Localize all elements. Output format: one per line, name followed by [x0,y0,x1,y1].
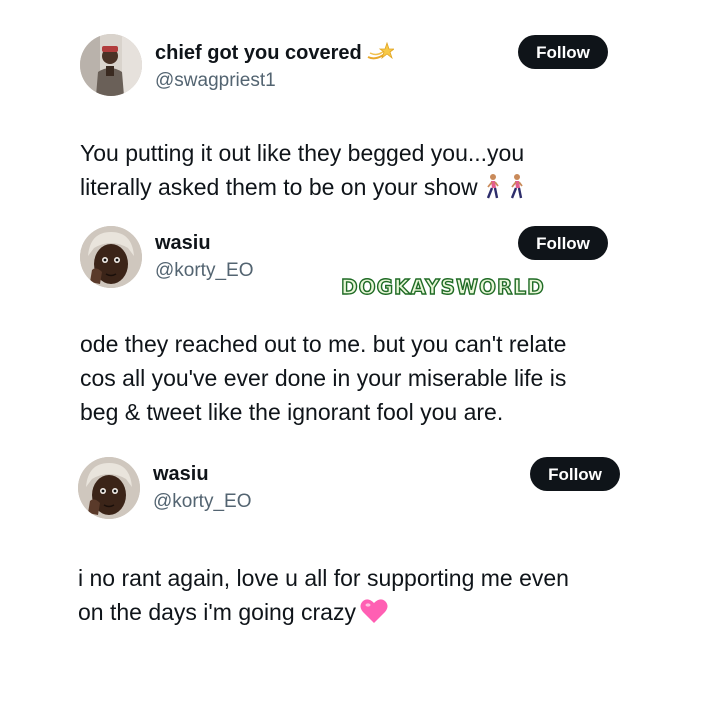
tweet-text: You putting it out like they begged you.… [80,136,680,208]
follow-button[interactable]: Follow [530,457,620,491]
handle[interactable]: @korty_EO [155,260,253,282]
woman-walking-icon [482,173,502,208]
avatar-photo [80,34,142,96]
tweet-line: beg & tweet like the ignorant fool you a… [80,399,504,425]
display-name[interactable]: chief got you covered [155,41,395,69]
avatar-photo [80,226,142,288]
pink-heart-icon [360,598,388,633]
avatar-photo [78,457,140,519]
tweet-line: cos all you've ever done in your miserab… [80,365,567,391]
handle[interactable]: @korty_EO [153,491,251,513]
handle[interactable]: @swagpriest1 [155,70,276,92]
display-name[interactable]: wasiu [155,232,211,255]
avatar[interactable] [80,226,142,288]
dizzy-star-icon [366,41,395,69]
watermark-logo: DOGKAYSWORLD [340,274,545,299]
tweet-line: literally asked them to be on your show [80,174,478,200]
tweet-line: ode they reached out to me. but you can'… [80,331,567,357]
follow-button[interactable]: Follow [518,226,608,260]
follow-button[interactable]: Follow [518,35,608,69]
display-name-text: chief got you covered [155,42,362,64]
tweet-line: You putting it out like they begged you.… [80,140,525,166]
tweet-line: on the days i'm going crazy [78,599,356,625]
avatar[interactable] [78,457,140,519]
tweet-text: ode they reached out to me. but you can'… [80,327,680,429]
display-name[interactable]: wasiu [153,463,209,486]
tweet-text: i no rant again, love u all for supporti… [78,561,678,633]
woman-walking-icon [506,173,526,208]
avatar[interactable] [80,34,142,96]
tweet-line: i no rant again, love u all for supporti… [78,565,569,591]
